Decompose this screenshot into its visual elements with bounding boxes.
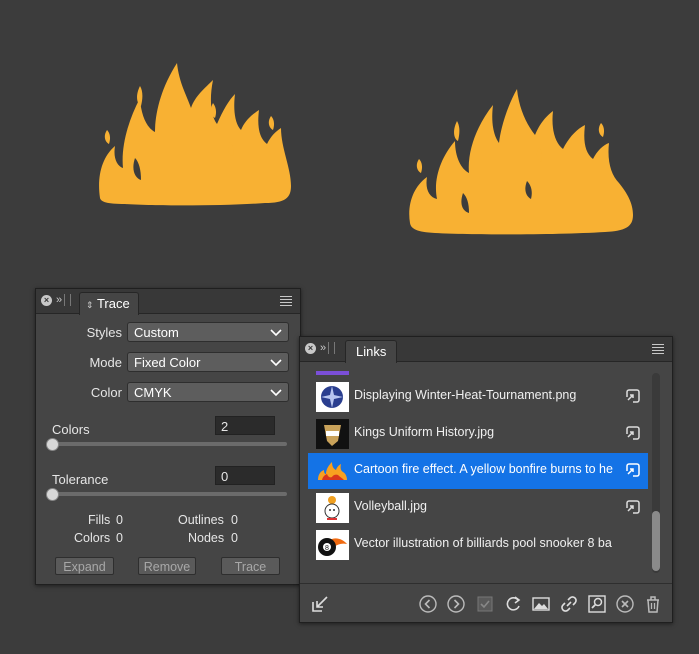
link-status-icon[interactable]	[624, 498, 642, 516]
outlines-value: 0	[231, 513, 238, 527]
tolerance-label: Tolerance	[52, 472, 109, 487]
fills-value: 0	[116, 513, 123, 527]
styles-select[interactable]: Custom	[127, 322, 289, 342]
nodes-label: Nodes	[188, 531, 225, 545]
list-item-selected[interactable]: Cartoon fire effect. A yellow bonfire bu…	[308, 453, 648, 489]
chevron-down-icon	[270, 359, 282, 367]
remove-link-icon[interactable]	[615, 594, 635, 614]
grip-icon[interactable]	[64, 294, 72, 306]
tolerance-slider-knob[interactable]	[46, 488, 59, 501]
billiard-thumb: 8	[316, 530, 349, 560]
trash-icon[interactable]	[643, 594, 663, 614]
flame-artwork-right[interactable]	[405, 85, 637, 235]
colors-label: Colors	[52, 422, 90, 437]
sort-arrows-icon: ⇕	[86, 300, 94, 310]
flame-artwork-left[interactable]	[95, 58, 295, 208]
list-item[interactable]: Kings Uniform History.jpg	[308, 416, 648, 452]
list-item[interactable]: Displaying Winter-Heat-Tournament.png	[308, 379, 648, 415]
panel-menu-icon[interactable]	[280, 296, 292, 308]
tab-links[interactable]: Links	[345, 340, 398, 363]
list-item[interactable]: 8 Vector illustration of billiards pool …	[308, 527, 648, 563]
colors-field[interactable]: 2	[215, 416, 275, 435]
link-status-icon[interactable]	[624, 387, 642, 405]
close-icon[interactable]: ×	[41, 294, 52, 306]
links-toolbar	[300, 583, 672, 624]
chevron-down-icon	[270, 389, 282, 397]
links-panel-tabbar: × » Links	[300, 337, 672, 363]
color-value: CMYK	[134, 385, 172, 400]
links-list: Displaying Winter-Heat-Tournament.png Ki…	[308, 371, 648, 581]
billiard-8-text: 8	[325, 545, 329, 552]
find-link-icon[interactable]	[587, 594, 607, 614]
fire-thumb	[316, 456, 349, 486]
trace-panel: × » ⇕ Trace Styles Custom Mode Fixed Col…	[35, 288, 301, 585]
link-status-icon[interactable]	[624, 424, 642, 442]
tolerance-field[interactable]: 0	[215, 466, 275, 485]
image-icon[interactable]	[531, 594, 551, 614]
link-name: Kings Uniform History.jpg	[354, 425, 495, 439]
styles-row: Styles Custom	[36, 321, 300, 343]
tolerance-slider[interactable]	[50, 492, 287, 496]
color-row: Color CMYK	[36, 381, 300, 403]
tab-trace[interactable]: ⇕ Trace	[79, 292, 139, 315]
place-link-icon[interactable]	[310, 594, 330, 614]
previous-icon[interactable]	[418, 594, 438, 614]
mode-select[interactable]: Fixed Color	[127, 352, 289, 372]
mode-value: Fixed Color	[134, 355, 201, 370]
expand-button[interactable]: Expand	[55, 557, 114, 575]
link-name: Vector illustration of billiards pool sn…	[354, 536, 612, 550]
fills-label: Fills	[88, 513, 111, 527]
colors-slider-knob[interactable]	[46, 438, 59, 451]
chevron-down-icon	[270, 329, 282, 337]
panel-menu-icon[interactable]	[652, 344, 664, 356]
link-status-icon[interactable]	[624, 461, 642, 479]
winter-tournament-thumb	[316, 382, 349, 412]
color-label: Color	[90, 385, 122, 400]
link-icon[interactable]	[559, 594, 579, 614]
kings-uniform-thumb	[316, 419, 349, 449]
colors-slider[interactable]	[50, 442, 287, 446]
outlines-label: Outlines	[178, 513, 224, 527]
link-name: Cartoon fire effect. A yellow bonfire bu…	[354, 462, 613, 476]
mode-row: Mode Fixed Color	[36, 351, 300, 373]
tab-links-label: Links	[356, 344, 387, 359]
collapse-icon[interactable]: »	[320, 342, 326, 354]
collapse-icon[interactable]: »	[56, 294, 62, 306]
styles-label: Styles	[86, 325, 122, 340]
mode-label: Mode	[89, 355, 122, 370]
next-icon[interactable]	[446, 594, 466, 614]
partial-thumbnail	[316, 371, 349, 375]
volleyball-thumb	[316, 493, 349, 523]
link-name: Volleyball.jpg	[354, 499, 427, 513]
nodes-value: 0	[231, 531, 238, 545]
trace-panel-tabbar: × » ⇕ Trace	[36, 289, 300, 315]
link-name: Displaying Winter-Heat-Tournament.png	[354, 388, 577, 402]
close-icon[interactable]: ×	[305, 342, 316, 354]
list-item[interactable]: Volleyball.jpg	[308, 490, 648, 526]
refresh-icon[interactable]	[503, 594, 523, 614]
links-panel: × » Links Displaying Winter-Heat-Tournam…	[299, 336, 673, 623]
styles-value: Custom	[134, 325, 179, 340]
remove-button[interactable]: Remove	[138, 557, 196, 575]
scrollbar-thumb[interactable]	[652, 511, 660, 571]
colors-stat-value: 0	[116, 531, 123, 545]
links-scrollbar[interactable]	[652, 373, 660, 573]
tab-trace-label: Trace	[96, 296, 130, 311]
trace-button[interactable]: Trace	[221, 557, 280, 575]
colors-stat-label: Colors	[74, 531, 111, 545]
color-select[interactable]: CMYK	[127, 382, 289, 402]
grip-icon[interactable]	[328, 342, 336, 354]
checkbox-icon[interactable]	[475, 594, 495, 614]
